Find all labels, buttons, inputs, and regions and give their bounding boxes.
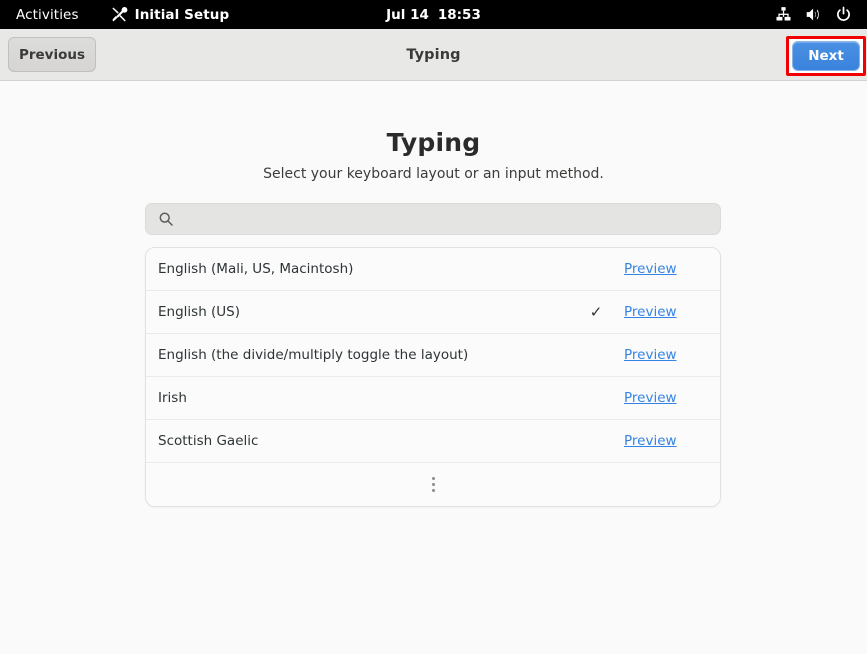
page-content: Typing Select your keyboard layout or an… [0, 82, 867, 654]
list-item[interactable]: English (Mali, US, Macintosh) ✓ Preview [146, 248, 720, 291]
layout-name: Irish [158, 390, 187, 406]
preview-link[interactable]: Preview [616, 433, 696, 449]
app-menu-label: Initial Setup [134, 6, 230, 23]
view-more-vertical-icon [431, 477, 435, 492]
list-item[interactable]: Irish ✓ Preview [146, 377, 720, 420]
layout-name: English (US) [158, 304, 241, 320]
keyboard-layout-list: English (Mali, US, Macintosh) ✓ Preview … [145, 247, 721, 507]
next-button[interactable]: Next [792, 41, 860, 71]
preview-link[interactable]: Preview [616, 390, 696, 406]
tools-icon [111, 6, 128, 23]
gnome-top-bar: Activities Initial Setup Jul 14 18:53 [0, 0, 867, 29]
clock-button[interactable]: Jul 14 18:53 [386, 7, 481, 23]
network-wired-icon [775, 6, 792, 23]
power-icon [835, 6, 852, 23]
next-button-label: Next [808, 48, 844, 64]
page-title: Typing [386, 128, 481, 157]
search-input[interactable] [182, 204, 720, 234]
selected-check-icon: ✓ [589, 303, 603, 321]
layout-name: English (the divide/multiply toggle the … [158, 347, 469, 363]
search-field[interactable] [145, 203, 721, 235]
preview-link[interactable]: Preview [616, 304, 696, 320]
layout-name: English (Mali, US, Macintosh) [158, 261, 354, 277]
list-item[interactable]: English (the divide/multiply toggle the … [146, 334, 720, 377]
search-icon [158, 211, 174, 227]
system-status-area[interactable] [775, 0, 867, 29]
clock-time: 18:53 [437, 6, 481, 23]
top-bar-left-group: Activities Initial Setup [0, 0, 239, 29]
page-subtitle: Select your keyboard layout or an input … [263, 166, 604, 182]
list-item[interactable]: English (US) ✓ Preview [146, 291, 720, 334]
layout-name: Scottish Gaelic [158, 433, 259, 449]
next-button-highlight: Next [786, 36, 866, 76]
show-more-layouts-button[interactable] [146, 463, 720, 506]
preview-link[interactable]: Preview [616, 347, 696, 363]
header-bar-title: Typing [406, 46, 461, 63]
volume-icon [805, 6, 822, 23]
list-item[interactable]: Scottish Gaelic ✓ Preview [146, 420, 720, 463]
app-menu-button[interactable]: Initial Setup [101, 0, 240, 29]
preview-link[interactable]: Preview [616, 261, 696, 277]
activities-button[interactable]: Activities [0, 0, 89, 29]
window-header-bar: Previous Typing Next [0, 29, 867, 81]
activities-label: Activities [16, 6, 79, 23]
clock-date: Jul 14 [386, 6, 429, 23]
